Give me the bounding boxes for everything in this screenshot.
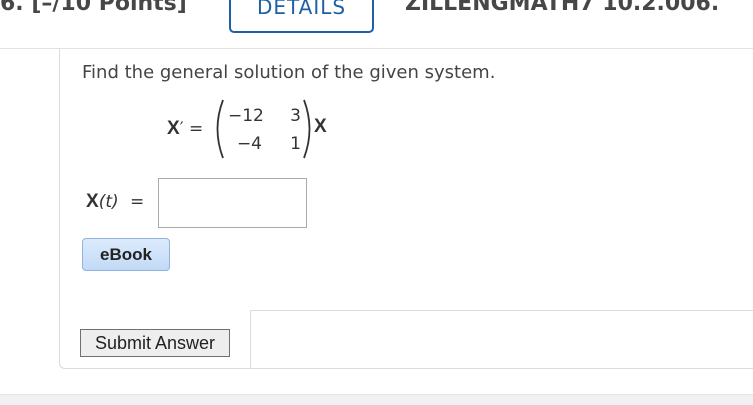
question-number-label: 6. xyxy=(0,0,24,16)
equation-lhs: X′ = xyxy=(167,118,203,140)
question-number: 6. [–/10 Points] xyxy=(0,0,187,16)
answer-label: X(t) = xyxy=(86,191,144,213)
lhs-prime-equals: ′ = xyxy=(179,119,204,139)
answer-label-var: X xyxy=(86,191,99,212)
rhs-variable: X xyxy=(314,116,327,137)
ebook-button[interactable]: eBook xyxy=(82,238,170,271)
lhs-variable: X xyxy=(167,118,180,139)
matrix-r1c1: −12 xyxy=(228,106,264,126)
submit-divider xyxy=(250,310,753,311)
matrix-r1c2: 3 xyxy=(290,106,301,126)
answer-label-arg: (t) xyxy=(98,192,119,212)
answer-label-eq: = xyxy=(130,192,145,212)
matrix-r2c2: 1 xyxy=(290,134,301,154)
submit-answer-button[interactable]: Submit Answer xyxy=(80,329,230,357)
problem-prompt: Find the general solution of the given s… xyxy=(82,62,496,83)
question-header: 6. [–/10 Points] DETAILS ZILLENGMATH7 10… xyxy=(0,0,753,49)
answer-input[interactable] xyxy=(158,178,307,228)
points-label: [–/10 Points] xyxy=(31,0,187,16)
matrix-r2c1: −4 xyxy=(236,134,262,154)
source-label: ZILLENGMATH7 10.2.006. xyxy=(405,0,720,16)
details-button[interactable]: DETAILS xyxy=(229,0,374,33)
left-paren-icon xyxy=(216,99,224,159)
footer-strip xyxy=(0,394,753,405)
